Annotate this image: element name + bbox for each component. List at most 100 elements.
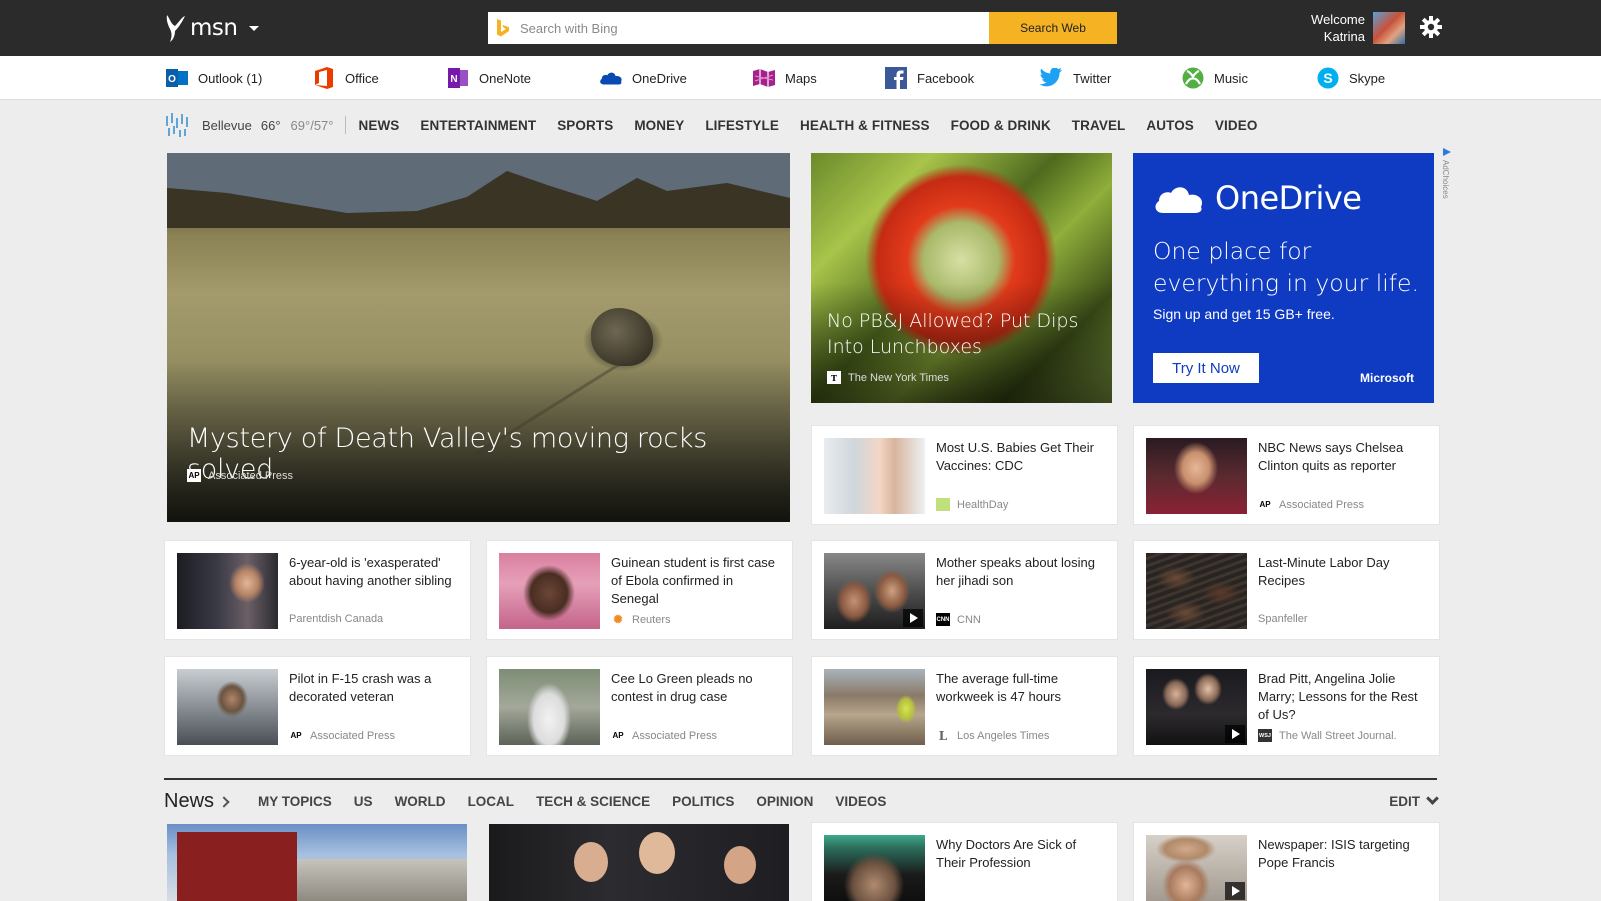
avatar[interactable] <box>1373 12 1405 44</box>
chevron-down-icon <box>249 25 260 31</box>
story-thumbnail <box>824 835 925 901</box>
story-card[interactable]: Last-Minute Labor Day Recipes Spanfeller <box>1133 540 1440 640</box>
ap-logo-icon: AP <box>187 469 201 482</box>
chevron-right-icon[interactable] <box>218 796 230 808</box>
story-card[interactable]: The average full-time workweek is 47 hou… <box>811 656 1118 756</box>
story-card[interactable]: Cee Lo Green pleads no contest in drug c… <box>486 656 793 756</box>
chevron-down-icon <box>1426 792 1439 805</box>
story-thumbnail <box>1146 438 1247 514</box>
weather-city[interactable]: Bellevue <box>202 118 252 133</box>
try-it-now-button[interactable]: Try It Now <box>1153 353 1259 383</box>
app-office[interactable]: Office <box>312 66 379 90</box>
rain-weather-icon[interactable] <box>164 112 190 138</box>
food-story[interactable]: No PB&J Allowed? Put Dips Into Lunchboxe… <box>811 153 1112 403</box>
story-source: Spanfeller <box>1258 613 1308 625</box>
story-source: WSJ The Wall Street Journal. <box>1258 729 1397 742</box>
story-thumbnail <box>177 553 278 629</box>
category-sports[interactable]: SPORTS <box>557 118 613 133</box>
wsj-logo-icon: WSJ <box>1258 729 1272 742</box>
app-label: Maps <box>785 70 817 86</box>
news-tab-tech-science[interactable]: TECH & SCIENCE <box>536 794 650 809</box>
msn-logo-menu[interactable]: msn <box>164 12 264 44</box>
news-story-image[interactable] <box>489 824 789 901</box>
story-card[interactable]: Newspaper: ISIS targeting Pope Francis <box>1133 822 1440 901</box>
story-source: AP Associated Press <box>289 729 395 742</box>
adchoices-label: AdChoices <box>1441 160 1450 199</box>
user-name: Katrina <box>1323 29 1365 44</box>
story-thumbnail <box>824 438 925 514</box>
news-story-image[interactable] <box>167 824 467 901</box>
category-entertainment[interactable]: ENTERTAINMENT <box>420 118 536 133</box>
category-health-fitness[interactable]: HEALTH & FITNESS <box>800 118 930 133</box>
edit-button[interactable]: EDIT <box>1389 792 1439 809</box>
story-source: AP Associated Press <box>611 729 717 742</box>
food-title[interactable]: No PB&J Allowed? Put Dips Into Lunchboxe… <box>827 308 1087 360</box>
news-tab-opinion[interactable]: OPINION <box>756 794 813 809</box>
onenote-icon: N <box>446 66 470 90</box>
search-web-button[interactable]: Search Web <box>989 12 1117 44</box>
hero-source: AP Associated Press <box>187 469 293 482</box>
story-card[interactable]: Most U.S. Babies Get Their Vaccines: CDC… <box>811 425 1118 525</box>
category-money[interactable]: MONEY <box>634 118 684 133</box>
source-label: Parentdish Canada <box>289 613 384 625</box>
ad-brand-row: OneDrive <box>1153 179 1362 217</box>
story-card[interactable]: Brad Pitt, Angelina Jolie Marry; Lessons… <box>1133 656 1440 756</box>
app-music[interactable]: Music <box>1181 66 1248 90</box>
la-times-logo-icon: L <box>938 728 948 743</box>
news-tab-world[interactable]: WORLD <box>395 794 446 809</box>
news-tab-politics[interactable]: POLITICS <box>672 794 734 809</box>
story-card[interactable]: 6-year-old is 'exasperated' about having… <box>164 540 471 640</box>
play-icon <box>903 609 923 627</box>
story-card[interactable]: NBC News says Chelsea Clinton quits as r… <box>1133 425 1440 525</box>
story-title: Brad Pitt, Angelina Jolie Marry; Lessons… <box>1258 671 1418 722</box>
app-onenote[interactable]: N OneNote <box>446 66 531 90</box>
welcome-text[interactable]: Welcome Katrina <box>1300 11 1365 45</box>
source-label: CNN <box>957 613 981 626</box>
welcome-line: Welcome <box>1311 12 1365 27</box>
xbox-music-icon <box>1181 66 1205 90</box>
news-tab-local[interactable]: LOCAL <box>468 794 515 809</box>
source-label: Los Angeles Times <box>957 729 1050 742</box>
category-travel[interactable]: TRAVEL <box>1072 118 1126 133</box>
bing-icon <box>488 12 518 44</box>
story-title: Most U.S. Babies Get Their Vaccines: CDC <box>936 440 1094 473</box>
onedrive-ad[interactable]: OneDrive One place for everything in you… <box>1133 153 1434 403</box>
hero-story[interactable]: Mystery of Death Valley's moving rocks s… <box>167 153 790 522</box>
svg-text:N: N <box>450 74 457 85</box>
logo-text: msn <box>190 15 238 41</box>
story-source: AP Associated Press <box>1258 498 1364 511</box>
app-onedrive[interactable]: OneDrive <box>599 66 687 90</box>
category-lifestyle[interactable]: LIFESTYLE <box>705 118 779 133</box>
story-card[interactable]: Why Doctors Are Sick of Their Profession <box>811 822 1118 901</box>
story-thumbnail <box>1146 835 1247 901</box>
onedrive-icon <box>599 66 623 90</box>
app-facebook[interactable]: Facebook <box>884 66 974 90</box>
category-news[interactable]: NEWS <box>358 118 399 133</box>
app-outlook[interactable]: O Outlook (1) <box>165 66 262 90</box>
category-video[interactable]: VIDEO <box>1215 118 1258 133</box>
news-tab-my-topics[interactable]: MY TOPICS <box>258 794 332 809</box>
gear-icon[interactable] <box>1418 14 1444 40</box>
source-label: Associated Press <box>310 729 395 742</box>
app-label: Twitter <box>1073 70 1112 86</box>
source-label: Associated Press <box>208 469 293 482</box>
story-title: Pilot in F-15 crash was a decorated vete… <box>289 671 432 704</box>
story-card[interactable]: Guinean student is first case of Ebola c… <box>486 540 793 640</box>
category-food-drink[interactable]: FOOD & DRINK <box>951 118 1051 133</box>
app-twitter[interactable]: Twitter <box>1040 66 1111 90</box>
news-section-title[interactable]: News <box>164 790 214 813</box>
app-skype[interactable]: S Skype <box>1316 66 1385 90</box>
divider <box>345 116 347 134</box>
story-card[interactable]: Pilot in F-15 crash was a decorated vete… <box>164 656 471 756</box>
source-label: HealthDay <box>957 498 1009 511</box>
news-tab-videos[interactable]: VIDEOS <box>835 794 886 809</box>
hero-image-mountains <box>167 153 790 228</box>
category-autos[interactable]: AUTOS <box>1146 118 1194 133</box>
weather-hi-lo: 69°/57° <box>290 117 334 133</box>
ad-headline: One place for everything in your life. <box>1153 237 1419 297</box>
adchoices-link[interactable]: AdChoices <box>1441 148 1453 214</box>
news-tab-us[interactable]: US <box>354 794 373 809</box>
story-card[interactable]: Mother speaks about losing her jihadi so… <box>811 540 1118 640</box>
search-input[interactable] <box>518 12 989 44</box>
app-maps[interactable]: Maps <box>752 66 817 90</box>
